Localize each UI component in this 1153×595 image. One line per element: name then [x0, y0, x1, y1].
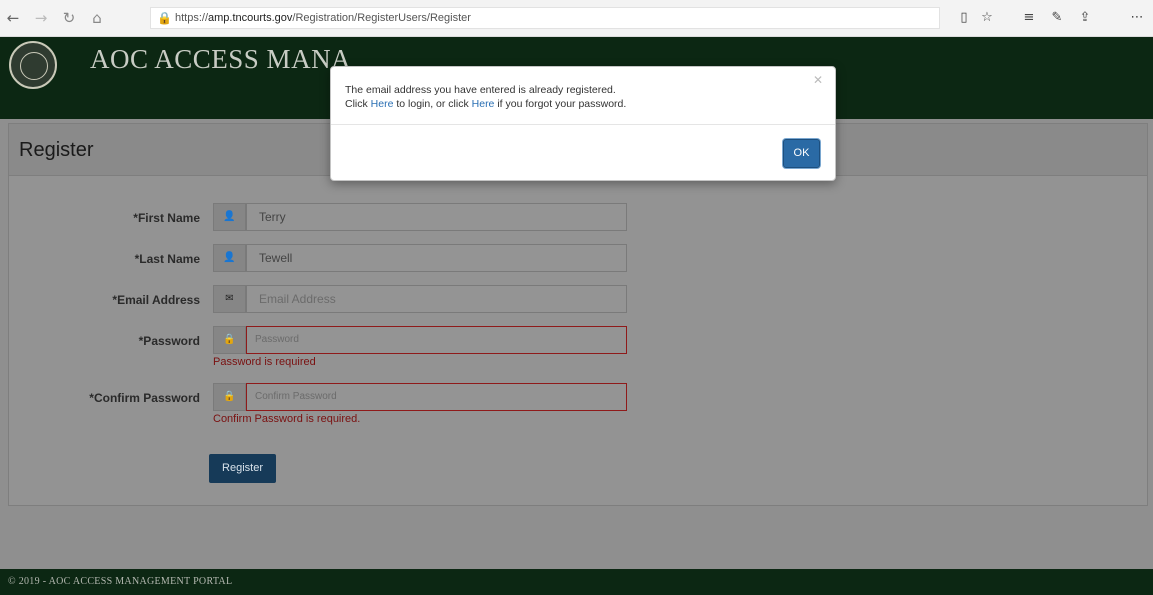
- pen-icon[interactable]: ✎: [1048, 9, 1066, 27]
- last-name-label: *Last Name: [134, 252, 200, 266]
- dialog-message: The email address you have entered is al…: [345, 84, 616, 96]
- favorites-list-icon[interactable]: ≡: [1020, 9, 1038, 27]
- forward-arrow-icon[interactable]: →: [32, 9, 50, 27]
- email-label: *Email Address: [112, 293, 200, 307]
- share-icon[interactable]: ⇪: [1076, 9, 1094, 27]
- confirm-password-label: *Confirm Password: [89, 391, 200, 405]
- lock-icon: 🔒: [213, 383, 246, 411]
- envelope-icon: ✉: [213, 285, 246, 313]
- email-field[interactable]: Email Address: [246, 285, 627, 313]
- close-icon[interactable]: ✕: [813, 73, 823, 87]
- dialog-body: The email address you have entered is al…: [331, 67, 835, 125]
- forgot-password-here-link[interactable]: Here: [472, 98, 495, 110]
- last-name-field[interactable]: Tewell: [246, 244, 627, 272]
- dialog-links-line: Click Here to login, or click Here if yo…: [345, 98, 626, 110]
- dialog-text: to login, or click: [393, 98, 472, 110]
- lock-icon: 🔒: [213, 326, 246, 354]
- refresh-icon[interactable]: ↻: [60, 9, 78, 27]
- login-here-link[interactable]: Here: [371, 98, 394, 110]
- ok-button[interactable]: OK: [783, 139, 820, 168]
- user-icon: 👤: [213, 203, 246, 231]
- page-title: Register: [19, 139, 94, 161]
- back-arrow-icon[interactable]: ←: [4, 9, 22, 27]
- favorite-star-icon[interactable]: ☆: [978, 9, 996, 27]
- dialog-text: if you forgot your password.: [494, 98, 627, 110]
- confirm-password-field[interactable]: Confirm Password: [246, 383, 627, 411]
- site-brand: AOC ACCESS MANA: [90, 44, 352, 74]
- footer-text: © 2019 - AOC ACCESS MANAGEMENT PORTAL: [8, 576, 233, 587]
- dialog-text: Click: [345, 98, 371, 110]
- user-icon: 👤: [213, 244, 246, 272]
- confirm-password-error: Confirm Password is required.: [213, 413, 361, 425]
- first-name-label: *First Name: [133, 211, 200, 225]
- home-icon[interactable]: ⌂: [88, 9, 106, 27]
- more-icon[interactable]: ⋯: [1128, 9, 1146, 27]
- password-error: Password is required: [213, 356, 316, 368]
- password-label: *Password: [138, 334, 200, 348]
- reading-view-icon[interactable]: ▯: [955, 9, 973, 27]
- password-field[interactable]: Password: [246, 326, 627, 354]
- lock-icon: 🔒: [157, 11, 172, 25]
- register-button[interactable]: Register: [209, 454, 276, 483]
- first-name-field[interactable]: Terry: [246, 203, 627, 231]
- already-registered-dialog: The email address you have entered is al…: [330, 66, 836, 181]
- browser-toolbar: ← → ↻ ⌂ 🔒 https://amp.tncourts.gov/Regis…: [0, 0, 1153, 37]
- site-footer: © 2019 - AOC ACCESS MANAGEMENT PORTAL: [0, 569, 1153, 595]
- address-bar[interactable]: 🔒 https://amp.tncourts.gov/Registration/…: [150, 7, 940, 29]
- court-seal-logo: [9, 41, 57, 89]
- url-text: https://amp.tncourts.gov/Registration/Re…: [175, 12, 471, 24]
